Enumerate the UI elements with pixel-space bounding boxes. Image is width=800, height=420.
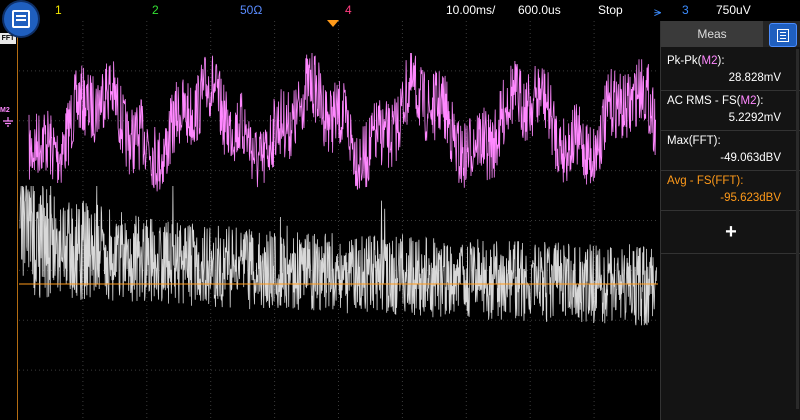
measurement-max-fft[interactable]: Max(FFT): -49.063dBV [661,131,800,171]
status-bar: 1 2 50Ω 4 10.00ms/ 600.0us Stop ⪫ 3 750u… [0,0,800,20]
channel-4-label[interactable]: 4 [345,3,352,17]
panel-scrollbar[interactable] [796,49,799,409]
channel-1-label[interactable]: 1 [55,3,62,17]
measurement-value: -95.623dBV [720,192,781,204]
measurement-label: Max(FFT): [667,135,721,147]
add-measurement-button[interactable]: + [661,217,800,254]
measurement-pk-pk[interactable]: Pk-Pk(M2): 28.828mV [661,51,800,91]
rising-edge-icon: ⪫ [654,4,662,19]
measurement-panel: Meas Pk-Pk(M2): 28.828mV AC RMS - FS(M2)… [660,21,800,420]
measurement-avg-fft[interactable]: Avg - FS(FFT): -95.623dBV [661,171,800,211]
measurement-label: Avg - FS(FFT): [667,175,744,187]
run-state[interactable]: Stop [598,3,623,17]
trigger-channel[interactable]: 3 [682,3,689,17]
channel-2-label[interactable]: 2 [152,3,159,17]
timebase-delay[interactable]: 600.0us [518,3,561,17]
measurement-value: 5.2292mV [728,112,781,124]
main-menu-button[interactable] [4,2,38,36]
left-axis-line [17,20,18,420]
menu-icon [12,10,30,28]
panel-header: Meas [661,21,800,47]
ground-level-icon[interactable] [2,117,14,127]
panel-menu-button[interactable] [769,23,797,47]
list-icon [777,28,789,42]
measurement-ac-rms[interactable]: AC RMS - FS(M2): 5.2292mV [661,91,800,131]
tab-meas[interactable]: Meas [661,21,763,47]
measurement-label: AC RMS - FS(M2): [667,95,764,107]
measurement-label: Pk-Pk(M2): [667,55,725,67]
channel-3-impedance[interactable]: 50Ω [240,3,262,17]
math-trace [28,52,656,192]
fft-trace [19,185,657,326]
math-channel-label[interactable]: M2 [0,107,10,114]
waveform-display[interactable] [19,21,658,420]
timebase-scale[interactable]: 10.00ms/ [446,3,495,17]
trigger-level[interactable]: 750uV [716,3,751,17]
measurement-value: 28.828mV [728,72,781,84]
measurement-value: -49.063dBV [720,152,781,164]
